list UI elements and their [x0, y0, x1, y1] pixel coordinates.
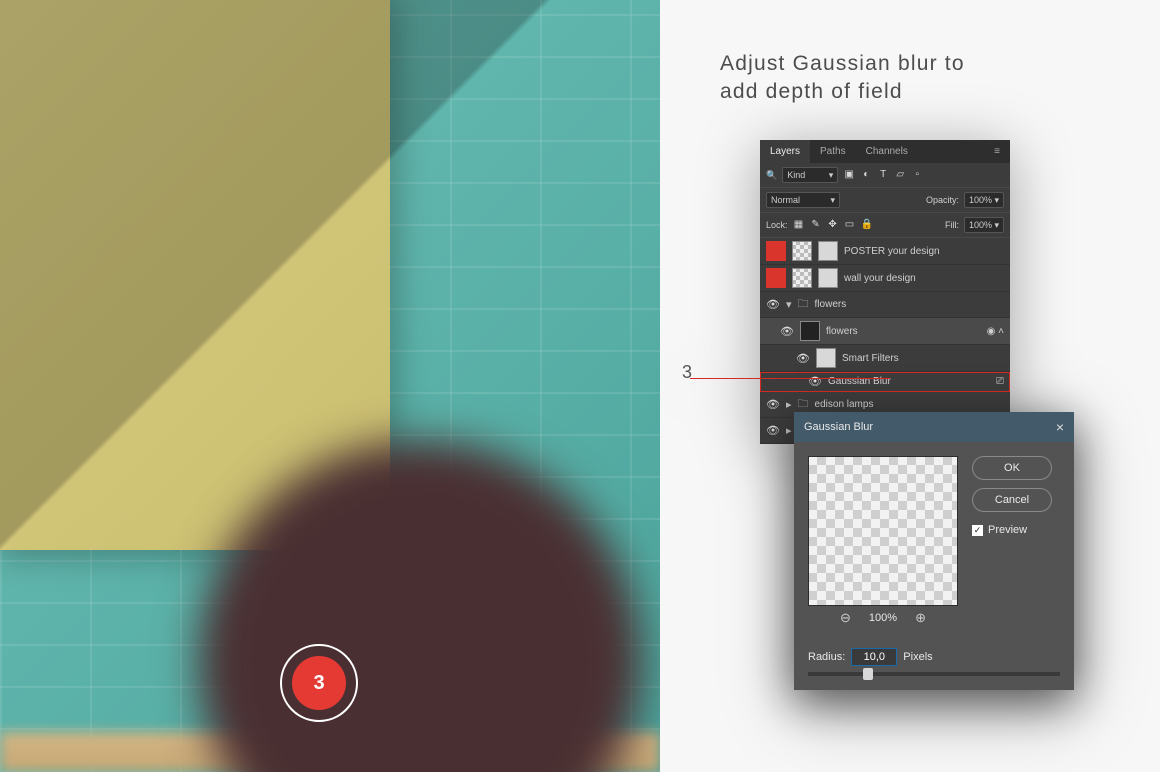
callout-number: 3	[682, 362, 692, 383]
opacity-value: 100%	[969, 195, 992, 205]
lock-artboard-icon[interactable]: ▭	[844, 219, 856, 231]
layer-thumb	[792, 241, 812, 261]
filter-smart-icon[interactable]: ▫	[911, 169, 923, 181]
zoom-in-icon[interactable]: ⊕	[915, 610, 926, 626]
gaussian-blur-dialog: Gaussian Blur × ⊖ 100% ⊕ OK Cancel ✓	[794, 412, 1074, 690]
edit-marker-icon	[766, 268, 786, 288]
lock-all-icon[interactable]: 🔒	[861, 219, 873, 231]
fill-input[interactable]: 100%▾	[964, 217, 1004, 233]
visibility-icon[interactable]: 👁	[766, 398, 780, 411]
layer-label: flowers	[815, 299, 847, 310]
ok-button[interactable]: OK	[972, 456, 1052, 480]
lock-row: Lock: ▦ ✎ ✥ ▭ 🔒 Fill: 100%▾	[760, 213, 1010, 238]
layers-panel-screenshot: 3 Layers Paths Channels ≡ 🔍 Kind▾ ▣ ◐ T …	[760, 140, 1010, 444]
layer-poster-design[interactable]: POSTER your design	[760, 238, 1010, 265]
fill-value: 100%	[969, 220, 992, 230]
chevron-down-icon: ▾	[830, 195, 835, 206]
radius-input[interactable]: 10,0	[851, 648, 897, 666]
layer-thumb	[792, 268, 812, 288]
tab-channels[interactable]: Channels	[856, 140, 918, 163]
filter-row: 🔍 Kind ▾ ▣ ◐ T ▱ ▫	[760, 163, 1010, 188]
blend-mode-select[interactable]: Normal ▾	[766, 192, 840, 208]
heading-line-2: add depth of field	[720, 80, 903, 103]
blend-row: Normal▾ Opacity: 100%▾	[760, 188, 1010, 213]
visibility-icon[interactable]: 👁	[766, 424, 780, 437]
layer-label: wall your design	[844, 273, 916, 284]
radius-label: Radius:	[808, 651, 845, 663]
blend-mode-value: Normal	[771, 195, 800, 205]
chevron-right-icon[interactable]: ▸	[786, 398, 792, 411]
dialog-title: Gaussian Blur	[804, 421, 873, 433]
panel-tabs: Layers Paths Channels ≡	[760, 140, 1010, 163]
chevron-right-icon[interactable]: ▸	[786, 424, 792, 437]
plant-blur	[180, 422, 660, 772]
mask-thumb	[818, 241, 838, 261]
fill-label: Fill:	[945, 220, 959, 230]
layer-label: edison lamps	[815, 399, 874, 410]
layer-label: Smart Filters	[842, 353, 899, 364]
preview-checkbox[interactable]: ✓ Preview	[972, 524, 1052, 536]
lock-brush-icon[interactable]: ✎	[810, 219, 822, 231]
instruction-panel: Adjust Gaussian blur to add depth of fie…	[660, 0, 1160, 772]
edit-marker-icon	[766, 241, 786, 261]
filter-options-icon[interactable]: ⎚	[996, 376, 1004, 387]
zoom-out-icon[interactable]: ⊖	[840, 610, 851, 626]
layer-flowers-group[interactable]: 👁 ▾ 🗀 flowers	[760, 292, 1010, 318]
opacity-input[interactable]: 100%▾	[964, 192, 1004, 208]
tab-layers[interactable]: Layers	[760, 140, 810, 163]
layer-gaussian-blur[interactable]: 👁 Gaussian Blur ⎚	[760, 372, 1010, 392]
panel-menu-icon[interactable]: ≡	[984, 140, 1010, 163]
filter-search-icon: 🔍	[766, 170, 777, 181]
blur-preview	[808, 456, 958, 606]
dialog-titlebar: Gaussian Blur ×	[794, 412, 1074, 442]
filter-shape-icon[interactable]: ▱	[894, 169, 906, 181]
step-number: 3	[292, 656, 346, 710]
layer-flowers[interactable]: 👁 flowers ◉ ˄	[760, 318, 1010, 345]
tab-paths[interactable]: Paths	[810, 140, 856, 163]
layer-thumb	[800, 321, 820, 341]
layers-panel: Layers Paths Channels ≡ 🔍 Kind ▾ ▣ ◐ T ▱ …	[760, 140, 1010, 444]
chevron-down-icon: ▾	[994, 220, 999, 231]
zoom-controls: ⊖ 100% ⊕	[808, 606, 958, 626]
slider-knob[interactable]	[863, 668, 873, 680]
layer-label: POSTER your design	[844, 246, 940, 257]
chevron-down-icon[interactable]: ▾	[786, 298, 792, 311]
folder-icon: 🗀	[798, 295, 809, 314]
mockup-photo: 3	[0, 0, 660, 772]
visibility-icon[interactable]: 👁	[796, 352, 810, 365]
heading: Adjust Gaussian blur to add depth of fie…	[720, 50, 1120, 107]
visibility-icon[interactable]: 👁	[766, 298, 780, 311]
visibility-icon[interactable]: 👁	[808, 375, 822, 388]
checkbox-checked-icon: ✓	[972, 525, 983, 536]
close-icon[interactable]: ×	[1056, 419, 1064, 435]
chevron-down-icon: ▾	[829, 170, 834, 181]
layer-smart-filters[interactable]: 👁 Smart Filters	[760, 345, 1010, 372]
filter-mask-thumb	[816, 348, 836, 368]
smart-filter-icon[interactable]: ◉ ˄	[987, 326, 1004, 337]
kind-select[interactable]: Kind ▾	[782, 167, 838, 183]
preview-label: Preview	[988, 524, 1027, 536]
layer-label: flowers	[826, 326, 858, 337]
heading-line-1: Adjust Gaussian blur to	[720, 52, 965, 75]
lock-position-icon[interactable]: ✥	[827, 219, 839, 231]
visibility-icon[interactable]: 👁	[780, 325, 794, 338]
lock-label: Lock:	[766, 220, 788, 230]
opacity-label: Opacity:	[926, 195, 959, 205]
kind-label: Kind	[787, 170, 805, 180]
lock-pixels-icon[interactable]: ▦	[793, 219, 805, 231]
step-badge: 3	[280, 644, 358, 722]
radius-unit: Pixels	[903, 651, 932, 663]
filter-image-icon[interactable]: ▣	[843, 169, 855, 181]
cancel-button[interactable]: Cancel	[972, 488, 1052, 512]
callout-line	[690, 378, 890, 379]
chevron-down-icon: ▾	[994, 195, 999, 206]
mask-thumb	[818, 268, 838, 288]
filter-type-icon[interactable]: T	[877, 169, 889, 181]
radius-row: Radius: 10,0 Pixels	[794, 640, 1074, 666]
zoom-value: 100%	[869, 612, 897, 624]
radius-slider[interactable]	[808, 672, 1060, 676]
filter-adjustment-icon[interactable]: ◐	[860, 169, 872, 181]
layer-wall-design[interactable]: wall your design	[760, 265, 1010, 292]
